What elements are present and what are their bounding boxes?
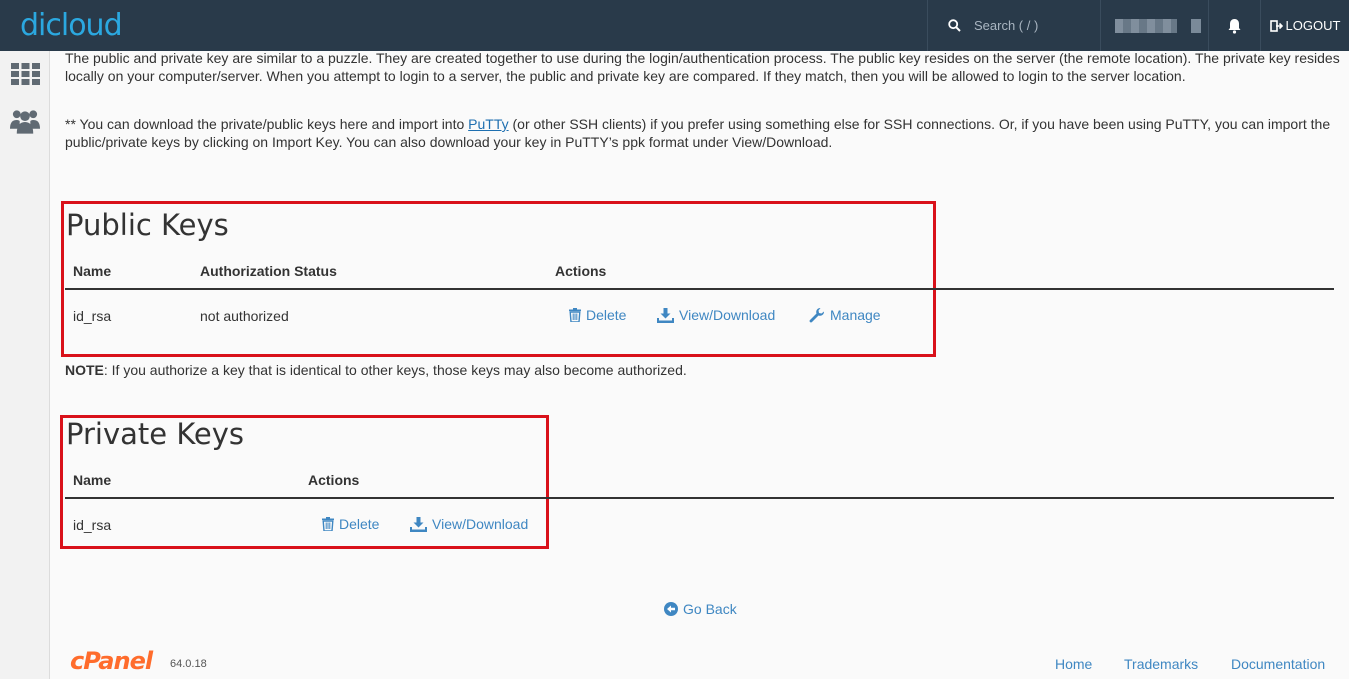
public-key-name: id_rsa bbox=[73, 308, 112, 324]
footer-link-documentation[interactable]: Documentation bbox=[1231, 656, 1325, 672]
private-keys-title: Private Keys bbox=[66, 417, 245, 451]
public-header-divider bbox=[65, 288, 1334, 290]
notifications-button[interactable] bbox=[1208, 0, 1260, 51]
public-view-download-button[interactable]: View/Download bbox=[657, 307, 775, 323]
private-view-download-button[interactable]: View/Download bbox=[410, 516, 528, 532]
putty-link[interactable]: PuTTy bbox=[468, 116, 508, 132]
public-delete-button[interactable]: Delete bbox=[569, 307, 626, 323]
logout-button[interactable]: LOGOUT bbox=[1260, 0, 1349, 51]
go-back-label: Go Back bbox=[683, 601, 737, 617]
private-header-divider bbox=[65, 497, 1334, 499]
grid-icon[interactable] bbox=[10, 60, 40, 88]
logout-icon bbox=[1269, 19, 1283, 32]
manage-button[interactable]: Manage bbox=[809, 307, 881, 323]
download-icon bbox=[657, 307, 674, 323]
footer-link-home[interactable]: Home bbox=[1055, 656, 1092, 672]
private-view-download-label: View/Download bbox=[432, 516, 529, 532]
public-header-actions: Actions bbox=[555, 263, 607, 279]
public-keys-title: Public Keys bbox=[66, 208, 229, 242]
bell-icon bbox=[1228, 18, 1241, 34]
public-view-download-label: View/Download bbox=[679, 307, 776, 323]
logo-text: dicloud bbox=[20, 7, 123, 43]
manage-label: Manage bbox=[830, 307, 881, 323]
user-menu[interactable] bbox=[1100, 0, 1208, 51]
user-menu-caret bbox=[1191, 18, 1201, 33]
public-header-name: Name bbox=[73, 263, 112, 279]
download-icon bbox=[410, 516, 427, 532]
note-label: NOTE bbox=[65, 362, 104, 378]
private-header-name: Name bbox=[73, 472, 112, 488]
cpanel-version: 64.0.18 bbox=[170, 658, 207, 670]
public-header-status: Authorization Status bbox=[200, 263, 337, 279]
note-body: : If you authorize a key that is identic… bbox=[103, 362, 687, 378]
redacted-username bbox=[1115, 18, 1177, 33]
go-back-link[interactable]: Go Back bbox=[664, 601, 737, 617]
public-key-status: not authorized bbox=[200, 308, 289, 324]
private-delete-label: Delete bbox=[339, 516, 380, 532]
top-navbar: dicloud Search ( / ) LOGOUT bbox=[0, 0, 1349, 51]
cpanel-logo[interactable]: cPanel bbox=[70, 647, 153, 675]
users-icon[interactable] bbox=[10, 107, 40, 135]
brand-logo[interactable]: dicloud bbox=[20, 7, 123, 43]
wrench-icon bbox=[809, 307, 825, 323]
search-placeholder: Search ( / ) bbox=[974, 18, 1039, 33]
putty-text-start: ** You can download the private/public k… bbox=[65, 116, 469, 132]
note-text: NOTE: If you authorize a key that is ide… bbox=[65, 362, 687, 378]
arrow-left-circle-icon bbox=[664, 602, 678, 616]
logout-label: LOGOUT bbox=[1285, 18, 1341, 33]
trash-icon bbox=[569, 308, 581, 322]
private-header-actions: Actions bbox=[308, 472, 360, 488]
public-delete-label: Delete bbox=[586, 307, 627, 323]
private-key-name: id_rsa bbox=[73, 517, 112, 533]
footer-link-trademarks[interactable]: Trademarks bbox=[1124, 656, 1198, 672]
private-delete-button[interactable]: Delete bbox=[322, 516, 379, 532]
intro-paragraph: The public and private key are similar t… bbox=[65, 50, 1340, 84]
left-sidebar bbox=[0, 51, 50, 679]
putty-paragraph: ** You can download the private/public k… bbox=[65, 115, 1340, 151]
trash-icon bbox=[322, 517, 334, 531]
search-icon bbox=[948, 19, 961, 32]
search-box[interactable]: Search ( / ) bbox=[927, 0, 1100, 51]
